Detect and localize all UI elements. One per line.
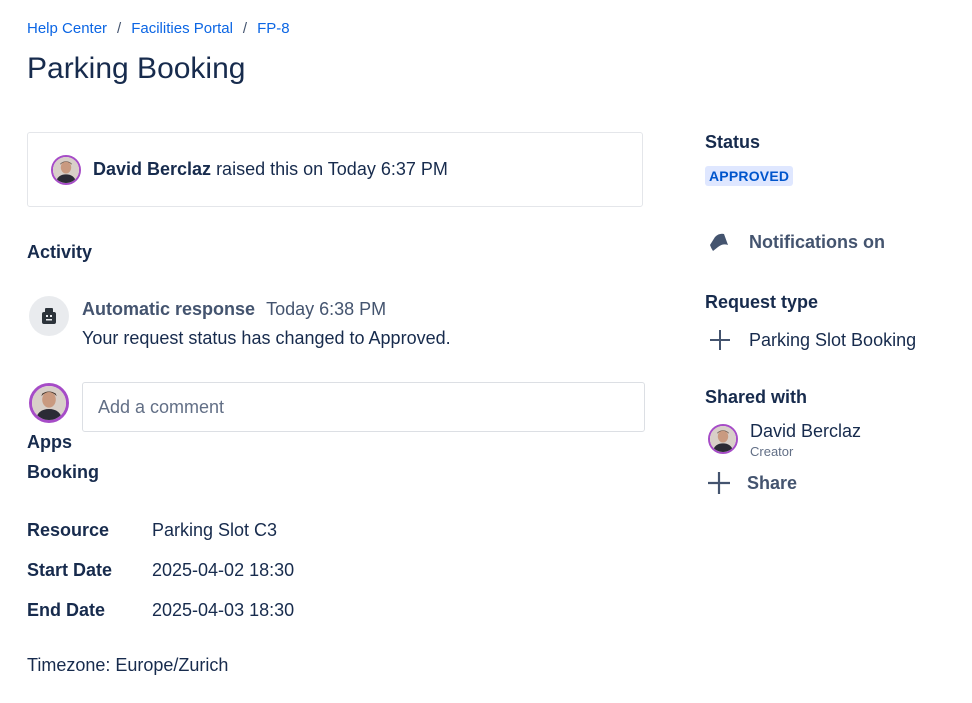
activity-message: Your request status has changed to Appro… — [82, 328, 451, 348]
status-badge: APPROVED — [705, 166, 794, 186]
breadcrumb-help-center[interactable]: Help Center — [27, 20, 107, 37]
plus-icon — [710, 330, 730, 350]
activity-time: Today 6:38 PM — [266, 299, 387, 319]
shared-person: David Berclaz Creator — [708, 421, 861, 459]
reporter-name[interactable]: David Berclaz — [93, 159, 211, 180]
breadcrumb-issue-key[interactable]: FP-8 — [257, 20, 290, 37]
breadcrumb: Help Center / Facilities Portal / FP-8 — [27, 20, 290, 37]
end-date-value: 2025-04-03 18:30 — [152, 600, 295, 620]
raised-by-card: David Berclaz raised this on Today 6:37 … — [27, 132, 643, 207]
person-photo-icon — [32, 386, 66, 420]
current-user-avatar — [29, 383, 69, 423]
shared-person-name: David Berclaz — [750, 421, 862, 441]
share-button[interactable]: Share — [706, 470, 797, 496]
plus-icon — [708, 472, 730, 494]
breadcrumb-facilities-portal[interactable]: Facilities Portal — [131, 20, 233, 37]
comment-input[interactable] — [82, 382, 645, 432]
start-date-label: Start Date — [27, 560, 113, 580]
request-type-heading: Request type — [705, 292, 819, 312]
shared-person-avatar — [708, 424, 738, 454]
person-photo-icon — [53, 156, 79, 183]
shared-person-role: Creator — [750, 444, 794, 459]
robot-icon — [29, 296, 69, 336]
shared-with-heading: Shared with — [705, 387, 808, 407]
activity-author: Automatic response — [82, 299, 256, 319]
start-date-value: 2025-04-02 18:30 — [152, 560, 295, 580]
resource-value: Parking Slot C3 — [152, 520, 278, 540]
booking-heading: Booking — [27, 462, 99, 482]
page-title: Parking Booking — [27, 52, 246, 85]
end-date-label: End Date — [27, 600, 106, 620]
megaphone-icon — [710, 233, 728, 251]
share-label: Share — [747, 472, 798, 493]
breadcrumb-separator: / — [242, 20, 248, 37]
activity-heading: Activity — [27, 242, 93, 262]
request-type: Parking Slot Booking — [708, 328, 916, 352]
breadcrumb-separator: / — [117, 20, 122, 37]
timezone-text: Timezone: Europe/Zurich — [27, 655, 229, 675]
status-heading: Status — [705, 132, 761, 152]
reporter-avatar — [51, 154, 81, 185]
notifications-toggle[interactable]: Notifications on — [707, 231, 885, 253]
activity-item: Automatic response Today 6:38 PM Your re… — [29, 296, 451, 349]
apps-heading: Apps — [27, 432, 72, 452]
notifications-label: Notifications on — [749, 231, 885, 252]
raised-text: raised this on Today 6:37 PM — [216, 159, 448, 179]
resource-label: Resource — [27, 520, 110, 540]
request-type-value: Parking Slot Booking — [749, 329, 917, 350]
person-photo-icon — [710, 426, 736, 452]
